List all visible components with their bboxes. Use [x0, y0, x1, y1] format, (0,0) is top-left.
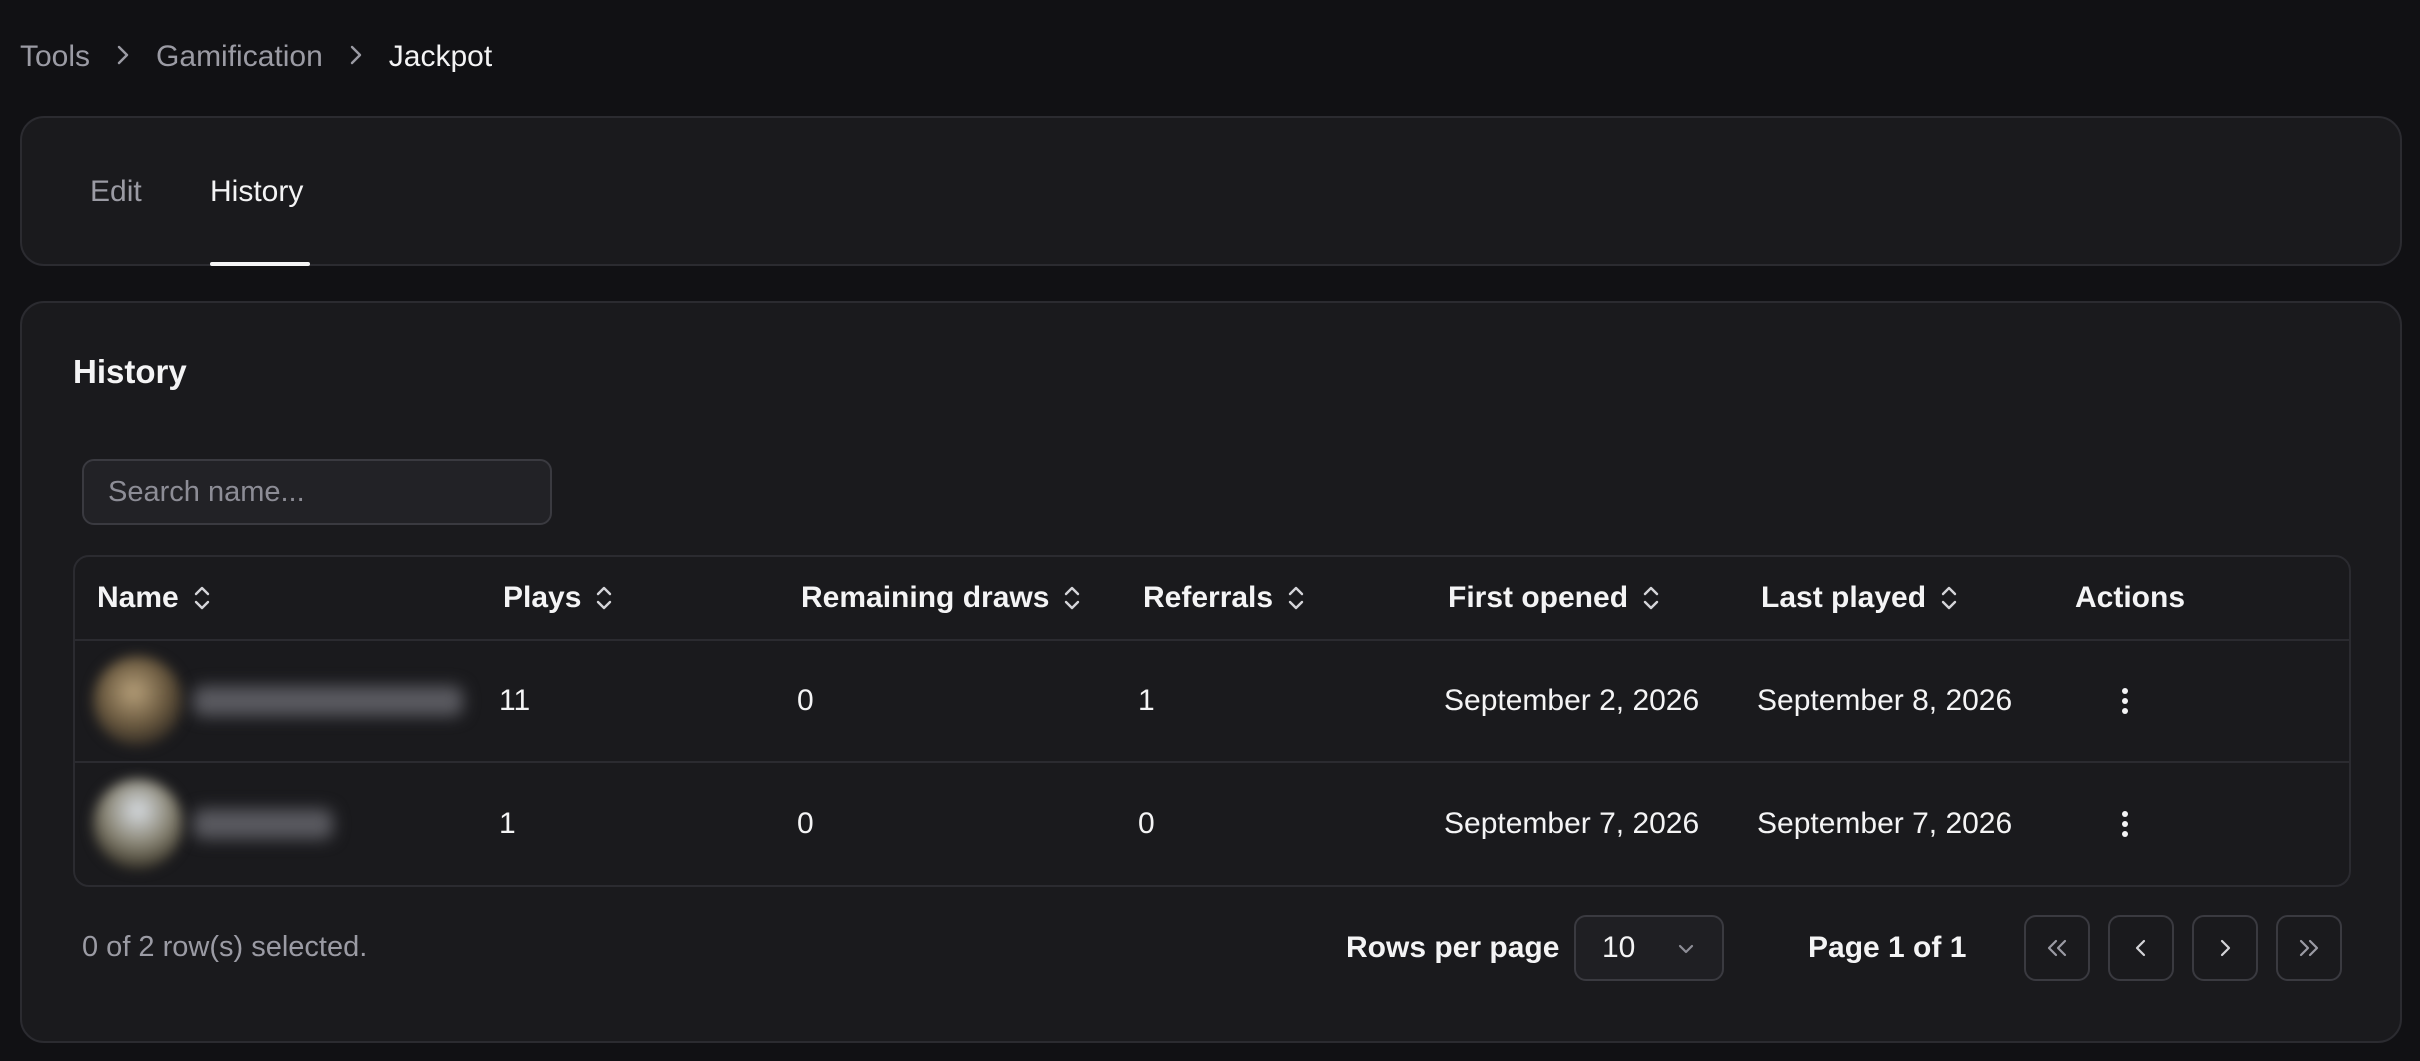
- column-header-plays[interactable]: Plays: [503, 557, 613, 639]
- breadcrumb-tools[interactable]: Tools: [20, 40, 90, 74]
- column-label: Remaining draws: [801, 581, 1050, 614]
- user-cell: [93, 763, 333, 885]
- history-card: History Name Plays Remaining draws Refer…: [20, 301, 2402, 1043]
- column-header-last-played[interactable]: Last played: [1761, 557, 1958, 639]
- chevron-right-icon: [349, 42, 363, 73]
- history-table: Name Plays Remaining draws Referrals Fir…: [73, 555, 2351, 887]
- remaining-draws-cell: 0: [797, 807, 814, 840]
- selection-status: 0 of 2 row(s) selected.: [82, 931, 368, 963]
- column-header-actions: Actions: [2075, 557, 2185, 639]
- column-label: Last played: [1761, 581, 1927, 614]
- last-played-cell: September 8, 2026: [1757, 684, 2013, 717]
- breadcrumb-gamification[interactable]: Gamification: [156, 40, 323, 74]
- rows-per-page-select[interactable]: 10: [1574, 915, 1724, 981]
- column-header-name[interactable]: Name: [97, 557, 211, 639]
- chevron-right-icon: [116, 42, 130, 73]
- breadcrumb-current: Jackpot: [388, 40, 493, 73]
- sort-icon: [1065, 586, 1080, 610]
- chevrons-left-icon: [2047, 939, 2067, 957]
- column-header-remaining-draws[interactable]: Remaining draws: [801, 557, 1081, 639]
- sort-icon: [1941, 586, 1957, 610]
- row-actions: [2105, 641, 2145, 761]
- chevrons-right-icon: [2299, 939, 2319, 957]
- more-vertical-icon[interactable]: [2105, 681, 2145, 721]
- column-label: First opened: [1448, 581, 1629, 614]
- rows-per-page-value: 10: [1602, 931, 1636, 964]
- table-header: Name Plays Remaining draws Referrals Fir…: [75, 557, 2349, 641]
- user-cell: [93, 641, 463, 761]
- sort-icon: [194, 586, 209, 610]
- sort-icon: [1288, 586, 1304, 610]
- page-info: Page 1 of 1: [1808, 931, 1967, 964]
- table-row[interactable]: 1 0 0 September 7, 2026 September 7, 202…: [75, 763, 2349, 885]
- previous-page-button[interactable]: [2108, 915, 2174, 981]
- first-page-button[interactable]: [2024, 915, 2090, 981]
- table-row[interactable]: 11 0 1 September 2, 2026 September 8, 20…: [75, 641, 2349, 763]
- column-label: Referrals: [1143, 581, 1274, 614]
- column-label: Name: [97, 581, 179, 614]
- search-input[interactable]: [82, 459, 552, 525]
- chevron-right-icon: [2220, 939, 2231, 957]
- column-header-first-opened[interactable]: First opened: [1448, 557, 1660, 639]
- remaining-draws-cell: 0: [797, 684, 814, 717]
- tab-edit[interactable]: Edit: [90, 118, 142, 266]
- section-title: History: [73, 353, 187, 390]
- chevron-left-icon: [2135, 939, 2146, 957]
- breadcrumb: Tools Gamification Jackpot: [20, 40, 492, 74]
- blurred-name: [193, 809, 333, 839]
- first-opened-cell: September 2, 2026: [1444, 684, 1700, 717]
- rows-per-page-label: Rows per page: [1346, 931, 1560, 964]
- plays-cell: 1: [499, 807, 516, 840]
- more-vertical-icon[interactable]: [2105, 804, 2145, 844]
- avatar: [93, 779, 183, 869]
- referrals-cell: 1: [1138, 684, 1155, 717]
- chevron-down-icon: [1678, 944, 1694, 954]
- row-actions: [2105, 763, 2145, 885]
- first-opened-cell: September 7, 2026: [1444, 807, 1700, 840]
- next-page-button[interactable]: [2192, 915, 2258, 981]
- last-page-button[interactable]: [2276, 915, 2342, 981]
- referrals-cell: 0: [1138, 807, 1155, 840]
- last-played-cell: September 7, 2026: [1757, 807, 2013, 840]
- plays-cell: 11: [499, 684, 531, 717]
- tab-history[interactable]: History: [210, 118, 310, 266]
- column-label: Plays: [503, 581, 582, 614]
- blurred-name: [193, 686, 463, 716]
- column-header-referrals[interactable]: Referrals: [1143, 557, 1305, 639]
- sort-icon: [1643, 586, 1659, 610]
- column-label: Actions: [2075, 581, 2186, 614]
- sort-icon: [597, 586, 612, 610]
- tabs-card: Edit History: [20, 116, 2402, 266]
- avatar: [93, 656, 183, 746]
